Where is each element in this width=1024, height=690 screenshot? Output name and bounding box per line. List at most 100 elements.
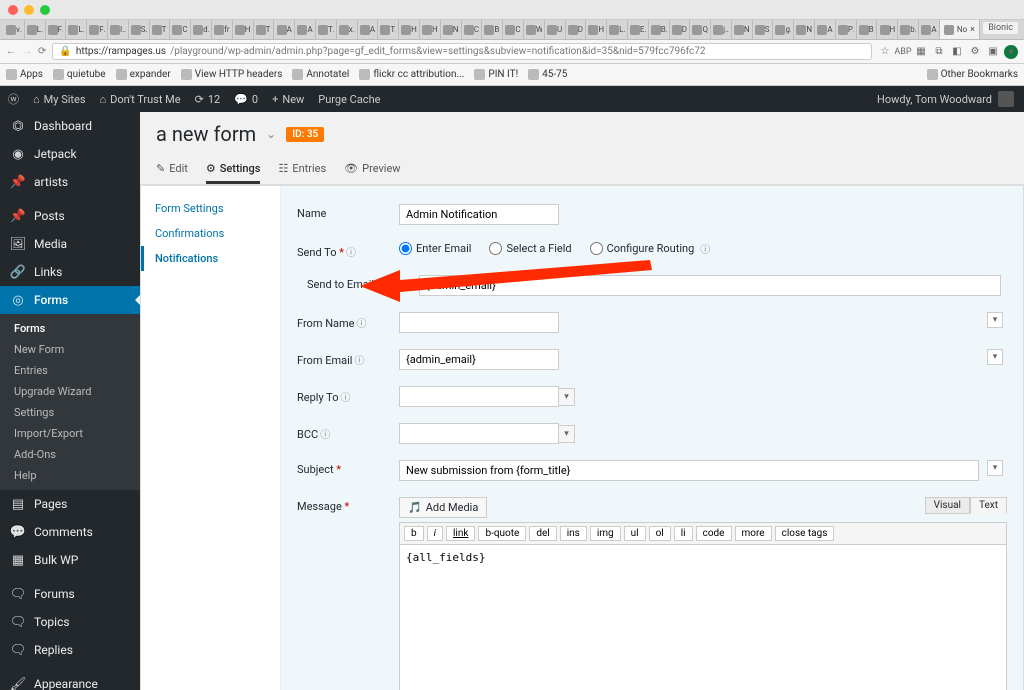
help-icon[interactable]: ⓘ <box>320 430 330 441</box>
editor-tab-text[interactable]: Text <box>970 497 1007 514</box>
help-icon[interactable]: ⓘ <box>346 248 356 259</box>
avatar[interactable] <box>998 91 1014 107</box>
add-media-button[interactable]: 🎵Add Media <box>399 497 487 518</box>
browser-tab[interactable]: Q <box>690 20 711 39</box>
quicktag-button[interactable]: more <box>735 526 772 541</box>
browser-tab[interactable]: W <box>524 20 545 39</box>
bookmark-item[interactable]: Apps <box>6 69 43 80</box>
back-button[interactable]: ← <box>6 46 16 57</box>
browser-tab[interactable]: Bk <box>649 20 670 39</box>
help-icon[interactable]: ⓘ <box>357 319 367 330</box>
bookmark-item[interactable]: quietube <box>53 69 106 80</box>
message-textarea[interactable] <box>399 545 1007 690</box>
sidebar-item-bulkwp[interactable]: ▦Bulk WP <box>0 546 140 574</box>
updates[interactable]: ⟳ 12 <box>195 93 221 106</box>
browser-tab[interactable]: Le <box>607 20 628 39</box>
ext-icon[interactable]: ABP <box>896 45 910 59</box>
browser-tab[interactable]: di <box>191 20 212 39</box>
ext-icon[interactable]: ⧉ <box>932 45 946 59</box>
minimize-window-button[interactable] <box>24 5 34 15</box>
browser-tab[interactable]: A <box>815 20 836 39</box>
browser-tab-active[interactable]: No× <box>940 20 980 39</box>
bookmark-item[interactable]: 45-75 <box>528 69 567 80</box>
browser-tab[interactable]: vi <box>4 20 25 39</box>
ext-icon[interactable]: ◧ <box>950 45 964 59</box>
browser-tab[interactable]: H <box>420 20 441 39</box>
bcc-input[interactable] <box>399 423 559 444</box>
quicktag-button[interactable]: img <box>590 526 621 541</box>
maximize-window-button[interactable] <box>40 5 50 15</box>
merge-tag-button[interactable]: ▾ <box>987 312 1003 328</box>
help-icon[interactable]: ⓘ <box>700 241 710 256</box>
browser-tab[interactable]: Tl <box>254 20 275 39</box>
quicktag-button[interactable]: code <box>696 526 732 541</box>
browser-tab[interactable]: Tl <box>378 20 399 39</box>
tab-settings[interactable]: ⚙Settings <box>206 156 261 184</box>
quicktag-button[interactable]: b <box>404 526 424 541</box>
fromname-input[interactable] <box>399 312 559 333</box>
browser-profile[interactable]: Bionic <box>983 22 1018 34</box>
merge-tag-button[interactable]: ▾ <box>559 425 575 443</box>
browser-tab[interactable]: js <box>711 20 732 39</box>
bookmark-item[interactable]: PIN IT! <box>474 69 518 80</box>
quicktag-button[interactable]: del <box>529 526 556 541</box>
quicktag-button[interactable]: li <box>674 526 693 541</box>
browser-tab[interactable]: St <box>753 20 774 39</box>
quicktag-button[interactable]: i <box>427 526 443 541</box>
quicktag-button[interactable]: close tags <box>775 526 835 541</box>
url-input[interactable]: 🔒 https://rampages.us/playground/wp-admi… <box>52 43 872 60</box>
sidebar-item-jetpack[interactable]: ◉Jetpack <box>0 140 140 168</box>
sidenav-confirmations[interactable]: Confirmations <box>141 221 280 246</box>
browser-tab[interactable]: D <box>670 20 691 39</box>
quicktag-button[interactable]: ol <box>649 526 671 541</box>
tab-entries[interactable]: ☷Entries <box>278 156 326 184</box>
merge-tag-button[interactable]: ▾ <box>987 460 1003 476</box>
sidebar-item-links[interactable]: 🔗Links <box>0 258 140 286</box>
ext-icon[interactable]: ● <box>1004 45 1018 59</box>
browser-tab[interactable]: A <box>295 20 316 39</box>
sidenav-notifications[interactable]: Notifications <box>141 246 280 271</box>
browser-tab[interactable]: Bk <box>482 20 503 39</box>
browser-tab[interactable]: Tl <box>316 20 337 39</box>
howdy-text[interactable]: Howdy, Tom Woodward <box>877 93 992 106</box>
sidebar-item-topics[interactable]: 🗨Topics <box>0 608 140 636</box>
ext-icon[interactable]: ▣ <box>986 45 1000 59</box>
browser-tab[interactable]: H <box>586 20 607 39</box>
browser-tab[interactable]: A <box>919 20 940 39</box>
bookmark-item[interactable]: expander <box>116 69 171 80</box>
editor-tab-visual[interactable]: Visual <box>925 497 970 514</box>
browser-tab[interactable]: St <box>129 20 150 39</box>
sidebar-item-appearance[interactable]: 🖌Appearance <box>0 670 140 690</box>
sidenav-form-settings[interactable]: Form Settings <box>141 196 280 221</box>
close-window-button[interactable] <box>8 5 18 15</box>
sidebar-item-dashboard[interactable]: ⏣Dashboard <box>0 112 140 140</box>
sidebar-item-comments[interactable]: 💬Comments <box>0 518 140 546</box>
browser-tab[interactable]: Tl <box>150 20 171 39</box>
submenu-item[interactable]: Upgrade Wizard <box>0 381 140 402</box>
sendto-routing-option[interactable]: Configure Routingⓘ <box>590 241 711 256</box>
quicktag-button[interactable]: b-quote <box>478 526 526 541</box>
comments[interactable]: 💬 0 <box>234 93 258 106</box>
browser-tab[interactable]: Pi <box>836 20 857 39</box>
wp-logo[interactable]: ⓦ <box>8 91 19 107</box>
browser-tab[interactable]: LS <box>25 20 46 39</box>
quicktag-button[interactable]: link <box>446 526 475 541</box>
bookmark-item[interactable]: flickr cc attribution... <box>359 69 464 80</box>
reload-button[interactable]: ⟳ <box>38 46 46 57</box>
sidebar-item-forms[interactable]: ◎Forms <box>0 286 140 314</box>
browser-tab[interactable]: U <box>545 20 566 39</box>
site-name[interactable]: ⌂ Don't Trust Me <box>100 93 181 106</box>
submenu-item[interactable]: Add-Ons <box>0 444 140 465</box>
browser-tab[interactable]: N <box>441 20 462 39</box>
sidebar-item-replies[interactable]: 🗨Replies <box>0 636 140 664</box>
fromemail-input[interactable] <box>399 349 559 370</box>
submenu-item[interactable]: Import/Export <box>0 423 140 444</box>
sendto-email-option[interactable]: Enter Email <box>399 242 471 255</box>
submenu-item[interactable]: Entries <box>0 360 140 381</box>
forward-button[interactable]: → <box>22 46 32 57</box>
browser-tab[interactable]: Fu <box>46 20 67 39</box>
replyto-input[interactable] <box>399 386 559 407</box>
sidebar-item-artists[interactable]: 📌artists <box>0 168 140 196</box>
sidebar-item-forums[interactable]: 🗨Forums <box>0 580 140 608</box>
merge-tag-button[interactable]: ▾ <box>559 388 575 406</box>
